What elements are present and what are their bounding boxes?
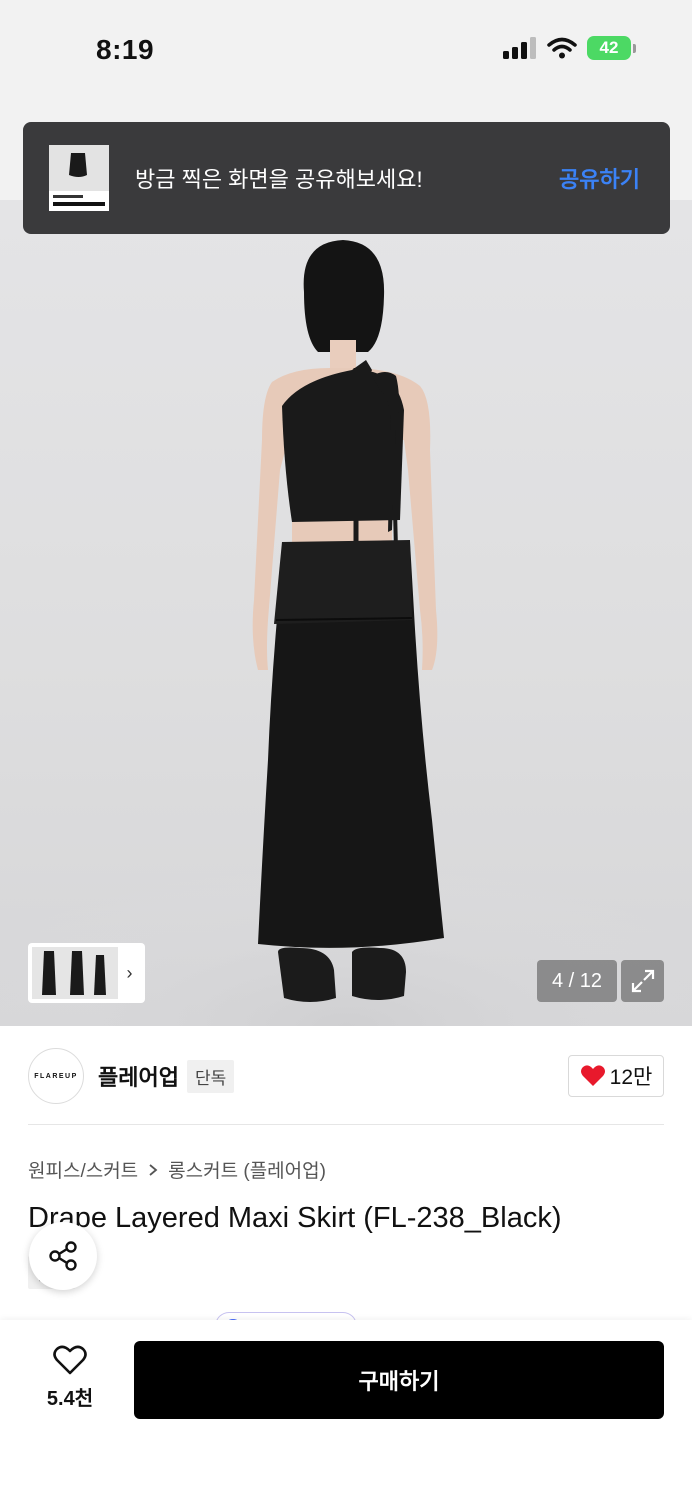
thumbnail-strip[interactable]: › (28, 943, 145, 1003)
model-photo (0, 240, 692, 1026)
expand-icon[interactable] (621, 960, 664, 1002)
battery-level: 42 (587, 36, 631, 60)
status-icons: 42 (503, 36, 636, 60)
wishlist-count: 5.4천 (46, 1388, 94, 1410)
brand-like-count: 12만 (609, 1066, 653, 1089)
brand-logo[interactable]: FLAREUP (28, 1048, 84, 1104)
heart-outline-icon (53, 1345, 87, 1375)
battery-icon: 42 (587, 36, 636, 60)
status-time: 8:19 (96, 34, 155, 65)
breadcrumb: 원피스/스커트 롱스커트 (플레어업) (28, 1156, 326, 1183)
brand-name[interactable]: 플레어업 (98, 1060, 179, 1092)
chevron-right-icon[interactable]: › (118, 963, 141, 984)
chevron-right-icon (149, 1163, 158, 1176)
wifi-icon (547, 37, 577, 59)
wishlist-button[interactable]: 5.4천 (36, 1344, 104, 1411)
image-page-counter: 4 / 12 (537, 960, 617, 1002)
breadcrumb-category[interactable]: 원피스/스커트 (28, 1156, 138, 1183)
product-image[interactable] (0, 200, 692, 1026)
exclusive-badge: 단독 (186, 1059, 235, 1093)
brand-like-button[interactable]: 12만 (568, 1055, 664, 1097)
thumbnail-images (32, 947, 118, 999)
breadcrumb-sub-category[interactable]: 롱스커트 (플레어업) (168, 1156, 326, 1183)
toast-message: 방금 찍은 화면을 공유해보세요! (135, 167, 423, 192)
share-button[interactable] (29, 1222, 97, 1290)
signal-icon (503, 37, 536, 59)
divider (28, 1124, 664, 1125)
product-title: Drape Layered Maxi Skirt (FL-238_Black) (28, 1202, 562, 1234)
buy-button[interactable]: 구매하기 (134, 1341, 664, 1419)
share-toast: 방금 찍은 화면을 공유해보세요! 공유하기 (23, 122, 670, 234)
screenshot-thumbnail[interactable] (49, 145, 109, 211)
share-now-button[interactable]: 공유하기 (559, 162, 640, 194)
heart-filled-icon (580, 1065, 605, 1086)
brand-row: FLAREUP 플레어업 단독 12만 (28, 1046, 664, 1106)
share-icon (49, 1241, 77, 1271)
